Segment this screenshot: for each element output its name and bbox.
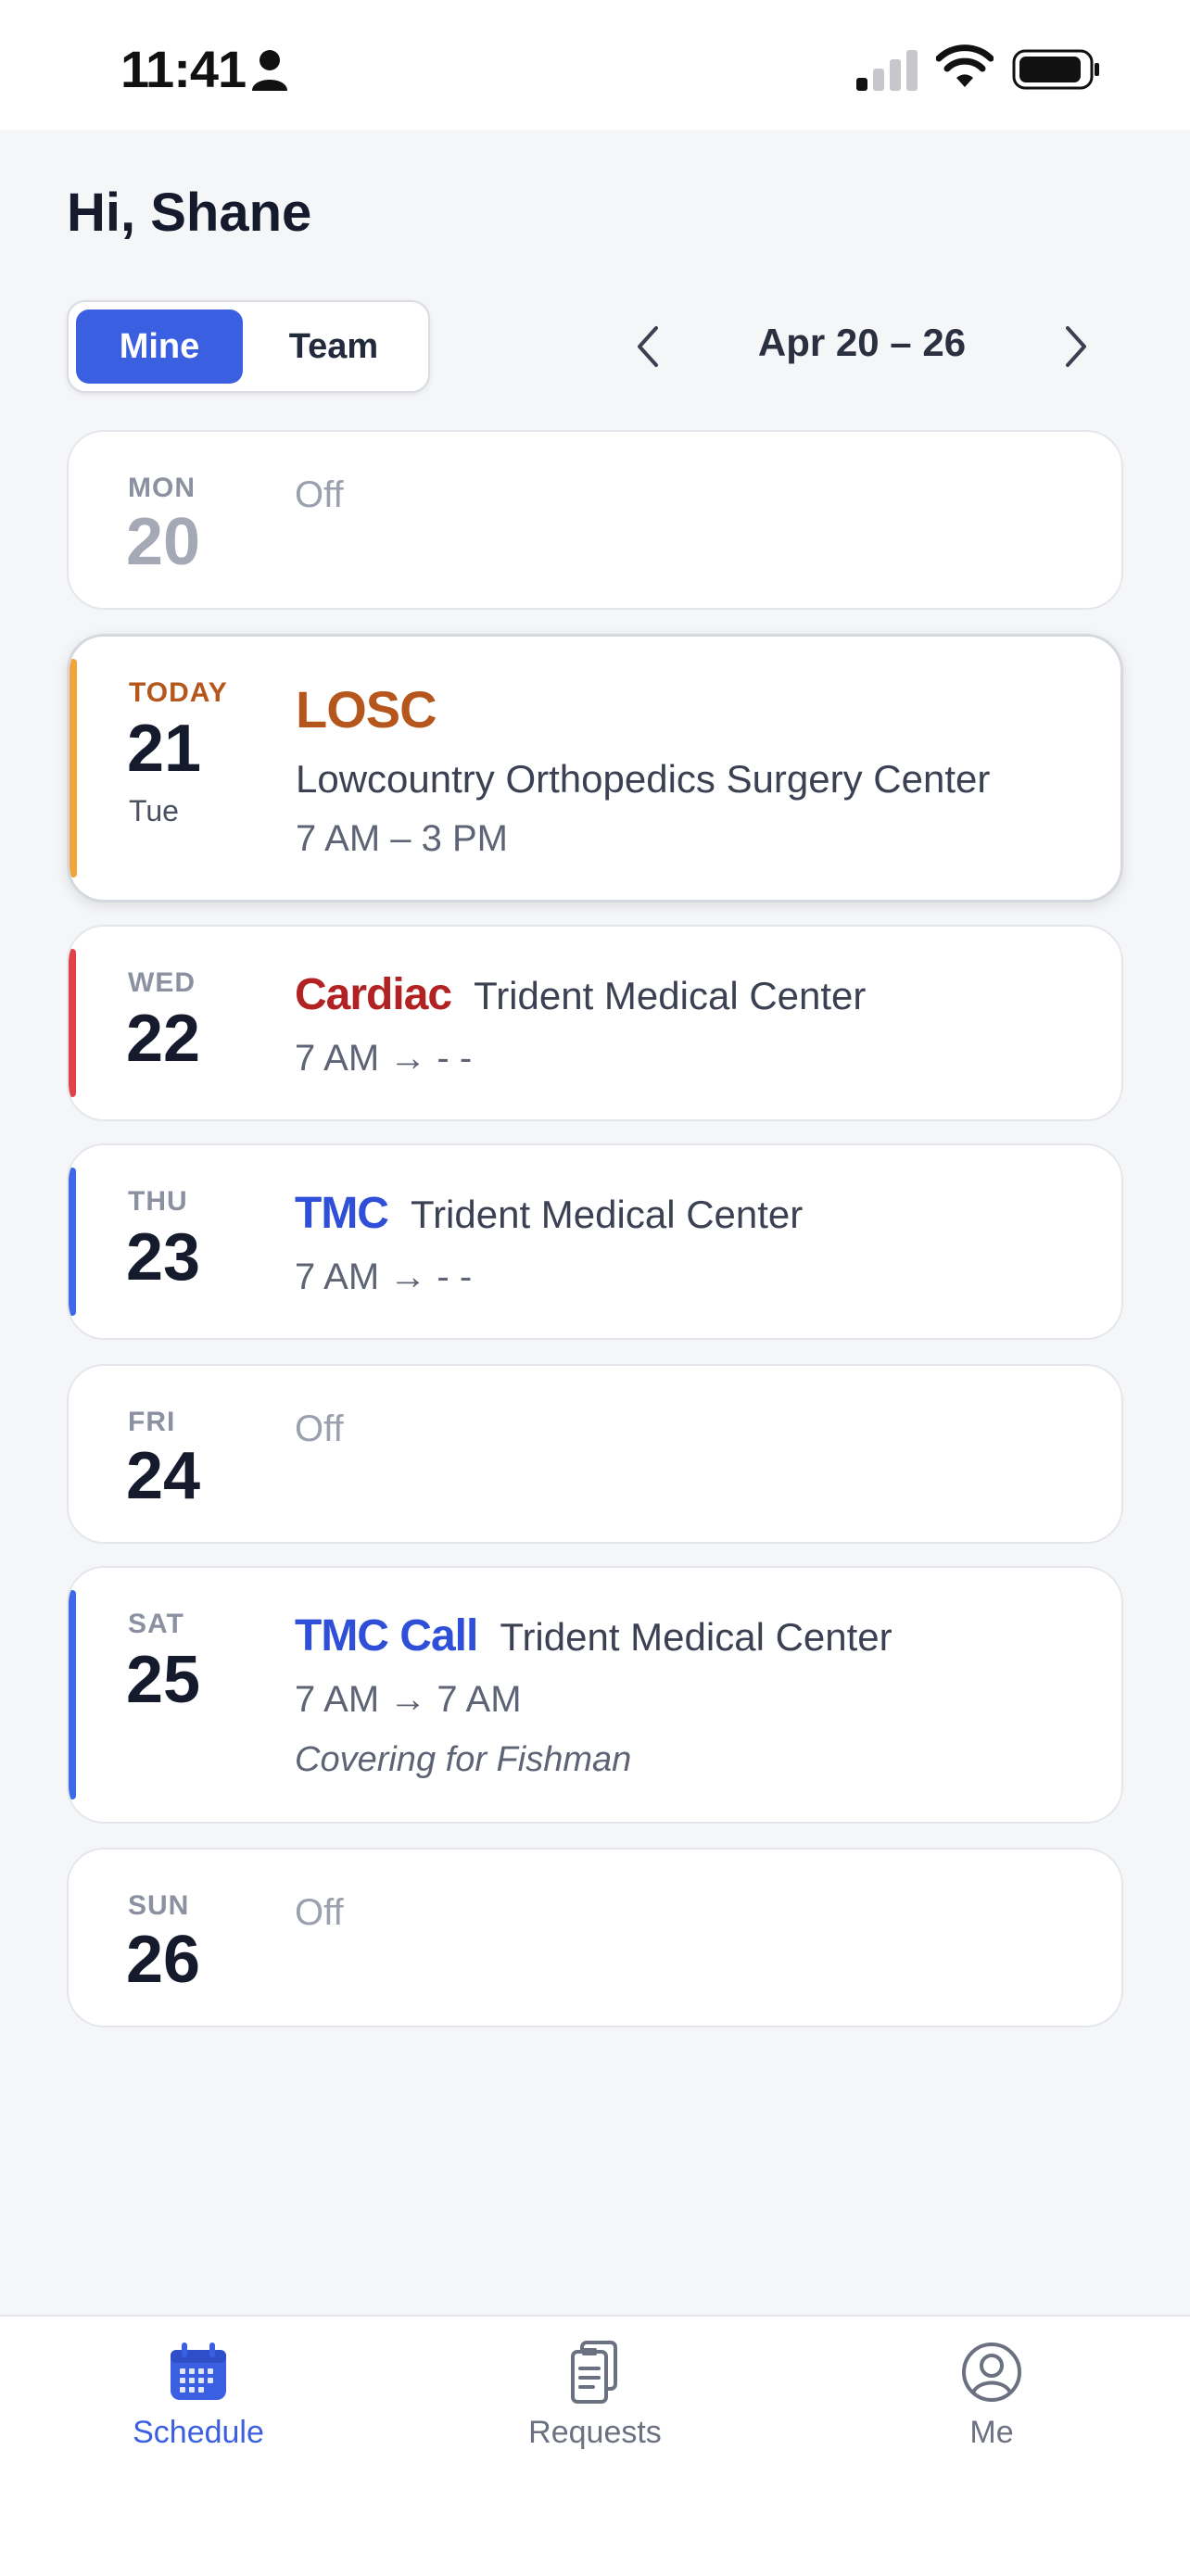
- day-weekday: Tue: [129, 794, 179, 827]
- day-of-week: MON: [128, 473, 196, 503]
- day-of-week: WED: [128, 967, 196, 998]
- team-segment-button[interactable]: Team: [250, 309, 417, 384]
- day-number: 20: [126, 505, 201, 579]
- day-number: 22: [126, 1002, 201, 1076]
- shift-location: Trident Medical Center: [500, 1615, 892, 1659]
- calendar-icon: [171, 2342, 226, 2400]
- week-range-label: Apr 20 – 26: [757, 321, 967, 364]
- day-of-week: THU: [128, 1186, 188, 1217]
- day-number: 26: [126, 1923, 201, 1997]
- day-number: 21: [127, 712, 202, 786]
- shift-location: Trident Medical Center: [474, 974, 867, 1017]
- next-week-chevron-icon[interactable]: [1047, 315, 1103, 378]
- shift-time: 7 AM → 7 AM: [295, 1679, 522, 1720]
- tab-label: Schedule: [133, 2415, 264, 2450]
- tab-label: Me: [969, 2415, 1014, 2450]
- day-card-today[interactable]: TODAY 21 Tue LOSC Lowcountry Orthopedics…: [67, 634, 1123, 903]
- day-card-wed[interactable]: WED 22 Cardiac Trident Medical Center 7 A…: [67, 925, 1123, 1121]
- shift-code-line: TMC Trident Medical Center: [295, 1188, 803, 1239]
- person-icon: [252, 50, 287, 91]
- tab-me[interactable]: Me: [853, 2339, 1131, 2478]
- mine-team-toggle: Mine Team: [67, 300, 430, 393]
- shift-time: 7 AM – 3 PM: [296, 818, 508, 859]
- shift-accent-bar: [70, 659, 77, 878]
- greeting-title: Hi, Shane: [67, 183, 312, 243]
- tab-schedule[interactable]: Schedule: [59, 2339, 337, 2478]
- day-of-week: SUN: [128, 1890, 190, 1921]
- battery-icon: [1012, 49, 1099, 90]
- day-card-thu[interactable]: THU 23 TMC Trident Medical Center 7 AM → …: [67, 1143, 1123, 1340]
- day-of-week: FRI: [128, 1407, 176, 1437]
- day-card-sat[interactable]: SAT 25 TMC Call Trident Medical Center 7 …: [67, 1566, 1123, 1824]
- day-of-week: SAT: [128, 1609, 184, 1639]
- bottom-tab-bar: Schedule Requests Me: [0, 2315, 1190, 2576]
- shift-code-line: LOSC: [296, 679, 437, 739]
- shift-code-line: TMC Call Trident Medical Center: [295, 1610, 892, 1661]
- off-label: Off: [295, 1408, 344, 1449]
- shift-accent-bar: [69, 1168, 76, 1316]
- shift-code: LOSC: [296, 680, 437, 739]
- status-time: 11:41: [120, 40, 247, 98]
- shift-location: Trident Medical Center: [410, 1193, 804, 1236]
- previous-week-chevron-icon[interactable]: [621, 315, 677, 378]
- cellular-signal-icon: [856, 50, 918, 91]
- day-card-sun[interactable]: SUN 26 Off: [67, 1848, 1123, 2027]
- tab-requests[interactable]: Requests: [456, 2339, 734, 2478]
- shift-code: Cardiac: [295, 970, 452, 1019]
- status-bar: 11:41: [0, 0, 1190, 130]
- day-number: 24: [126, 1439, 201, 1513]
- shift-code-line: Cardiac Trident Medical Center: [295, 969, 866, 1020]
- clipboard-icon: [571, 2341, 617, 2404]
- shift-accent-bar: [69, 949, 76, 1097]
- off-label: Off: [295, 1892, 344, 1933]
- shift-accent-bar: [69, 1590, 76, 1799]
- tab-label: Requests: [528, 2415, 662, 2450]
- wifi-icon: [936, 44, 994, 87]
- off-label: Off: [295, 474, 344, 515]
- day-card-mon[interactable]: MON 20 Off: [67, 430, 1123, 610]
- coverage-note: Covering for Fishman: [295, 1740, 632, 1779]
- day-of-week: TODAY: [129, 677, 228, 708]
- mine-segment-button[interactable]: Mine: [76, 309, 243, 384]
- shift-code: TMC: [295, 1189, 389, 1238]
- day-number: 23: [126, 1220, 201, 1294]
- day-card-fri[interactable]: FRI 24 Off: [67, 1364, 1123, 1544]
- user-circle-icon: [962, 2342, 1021, 2402]
- shift-time: 7 AM → - -: [295, 1038, 473, 1079]
- shift-time: 7 AM → - -: [295, 1256, 473, 1297]
- day-number: 25: [126, 1643, 201, 1717]
- shift-code: TMC Call: [295, 1611, 478, 1661]
- shift-location: Lowcountry Orthopedics Surgery Center: [296, 757, 991, 801]
